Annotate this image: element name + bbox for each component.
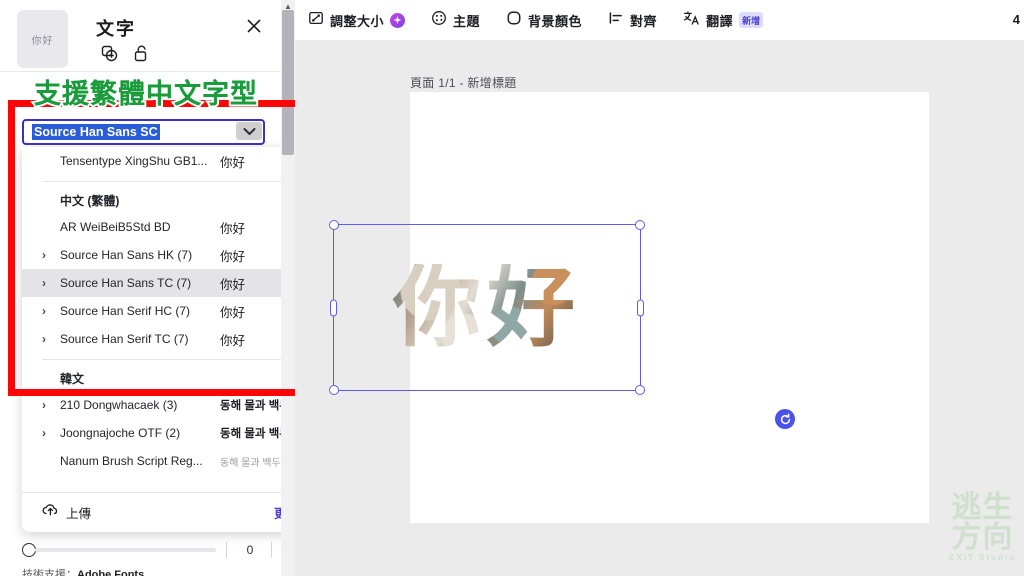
watermark-line-1: 逃生 xyxy=(951,491,1014,525)
font-preview: 你好 xyxy=(220,333,246,348)
font-name: AR WeiBeiB5Std BD xyxy=(60,220,171,234)
upload-label: 上傳 xyxy=(66,507,92,521)
panel-header: 你好 文字 xyxy=(0,0,281,72)
divider xyxy=(42,359,295,360)
chevron-right-icon[interactable]: › xyxy=(42,276,46,290)
chevron-right-icon[interactable]: › xyxy=(42,248,46,262)
canvas-text-object[interactable]: 你好 xyxy=(392,263,582,352)
resize-icon xyxy=(308,10,324,31)
font-group-label-ko: 韓文 xyxy=(60,372,85,386)
top-toolbar: 調整大小 主題 背景顏色 對齊 翻譯 新增 4 xyxy=(295,0,1024,40)
font-preview: 你好 xyxy=(220,155,246,170)
toolbar-item-theme[interactable]: 主題 xyxy=(418,0,493,40)
font-name: Joongnajoche OTF (2) xyxy=(60,426,181,440)
list-item[interactable]: › Joongnajoche OTF (2) 동해 물과 백두산이 마 xyxy=(22,419,295,447)
triangle-up-icon[interactable]: ▲ xyxy=(281,0,295,12)
toolbar-item-align[interactable]: 對齊 xyxy=(595,0,670,40)
toolbar-label: 調整大小 xyxy=(330,13,385,29)
font-preview: 你好 xyxy=(220,277,246,292)
list-item[interactable]: Nanum Brush Script Reg... 동해 물과 백두산이 마르고 xyxy=(22,447,295,475)
font-name: 210 Dongwhacaek (3) xyxy=(60,398,178,412)
dropdown-footer: 上傳 更多字體 › xyxy=(22,492,295,532)
toolbar-label: 對齊 xyxy=(630,13,658,29)
chevron-right-icon[interactable]: › xyxy=(42,398,46,412)
font-dropdown-list[interactable]: Tensentype XingShu GB1... 你好 ♕ 中文 (繁體) A… xyxy=(22,147,295,532)
close-icon[interactable] xyxy=(245,17,263,35)
font-preview: 你好 xyxy=(220,249,246,264)
toolbar-item-background-color[interactable]: 背景顏色 xyxy=(493,0,595,40)
palette-icon xyxy=(431,10,447,31)
resize-handle-bottom-left[interactable] xyxy=(329,385,339,395)
list-item[interactable]: Tensentype XingShu GB1... 你好 ♕ xyxy=(22,147,295,175)
status-badge: 新增 xyxy=(739,12,764,28)
toolbar-item-resize[interactable]: 調整大小 xyxy=(295,0,418,40)
font-size-slider[interactable]: 0 xyxy=(22,538,272,562)
magic-sparkle-icon[interactable] xyxy=(390,12,406,28)
unlock-icon[interactable] xyxy=(133,44,150,68)
resize-handle-top-right[interactable] xyxy=(635,220,645,230)
watermark-line-3: EXIT Studio xyxy=(949,553,1016,563)
toolbar-label: 背景顏色 xyxy=(528,13,583,29)
font-family-select[interactable]: Source Han Sans SC xyxy=(22,119,265,145)
slider-track[interactable] xyxy=(35,548,216,552)
align-left-icon xyxy=(608,10,624,31)
text-thumbnail: 你好 xyxy=(17,10,68,68)
text-properties-panel: 你好 文字 支援繁體中文字型 支援繁體中文字型 Source Han Sans … xyxy=(0,0,295,576)
font-preview: 你好 xyxy=(220,221,246,236)
font-name: Source Han Serif HC (7) xyxy=(60,304,191,318)
font-name: Source Han Sans TC (7) xyxy=(60,276,192,290)
list-item[interactable]: › Source Han Serif TC (7) 你好 xyxy=(22,325,295,353)
list-item[interactable]: › Source Han Serif HC (7) 你好 xyxy=(22,297,295,325)
watermark-line-2: 方向 xyxy=(951,520,1014,554)
credit-prefix: 技術支援： xyxy=(22,569,77,576)
page-title: 文字 xyxy=(96,19,136,39)
font-family-value: Source Han Sans SC xyxy=(32,124,160,140)
toolbar-label: 主題 xyxy=(453,13,481,29)
toolbar-label: 翻譯 xyxy=(706,13,734,29)
font-preview: 你好 xyxy=(220,305,246,320)
divider xyxy=(226,542,227,558)
duplicate-icon[interactable] xyxy=(100,44,119,68)
upload-cloud-icon xyxy=(42,502,59,523)
font-size-value[interactable]: 0 xyxy=(237,543,263,557)
font-family-select-box[interactable]: Source Han Sans SC xyxy=(22,119,265,145)
upload-button[interactable]: 上傳 xyxy=(42,502,91,523)
list-item[interactable]: AR WeiBeiB5Std BD 你好 ♕ xyxy=(22,213,295,241)
watermark: 逃生 方向 EXIT Studio xyxy=(949,493,1016,562)
chevron-right-icon[interactable]: › xyxy=(42,304,46,318)
text-selection-box[interactable]: 你好 xyxy=(329,220,645,395)
list-item[interactable]: › 210 Dongwhacaek (3) 동해 물과 백두산이 마 ♕ xyxy=(22,391,295,419)
font-group-label-zh: 中文 (繁體) xyxy=(60,194,120,208)
font-name: Source Han Serif TC (7) xyxy=(60,332,189,346)
zoom-level[interactable]: 4 xyxy=(1013,12,1020,27)
list-item[interactable]: › Source Han Sans HK (7) 你好 xyxy=(22,241,295,269)
resize-handle-right[interactable] xyxy=(637,299,644,316)
font-name: Tensentype XingShu GB1... xyxy=(60,154,208,168)
resize-handle-bottom-right[interactable] xyxy=(635,385,645,395)
divider xyxy=(271,542,272,558)
credit-text: 技術支援：Adobe Fonts xyxy=(22,566,144,576)
panel-scrollbar-thumb[interactable] xyxy=(282,10,294,155)
translate-icon xyxy=(683,10,700,31)
page-label: 頁面 1/1 - 新增標題 xyxy=(410,76,517,90)
resize-handle-left[interactable] xyxy=(330,299,337,316)
font-name: Source Han Sans HK (7) xyxy=(60,248,193,262)
rotate-icon[interactable] xyxy=(775,409,795,429)
font-name: Nanum Brush Script Reg... xyxy=(60,454,203,468)
promo-banner: 支援繁體中文字型 xyxy=(34,79,258,109)
toolbar-item-translate[interactable]: 翻譯 新增 xyxy=(670,0,776,40)
chevron-right-icon[interactable]: › xyxy=(42,426,46,440)
resize-handle-top-left[interactable] xyxy=(329,220,339,230)
chevron-right-icon[interactable]: › xyxy=(42,332,46,346)
rounded-square-icon xyxy=(506,10,522,31)
slider-knob[interactable] xyxy=(22,543,36,557)
chevron-down-icon[interactable] xyxy=(236,122,262,140)
list-item-selected[interactable]: › Source Han Sans TC (7) 你好 xyxy=(22,269,295,297)
credit-brand: Adobe Fonts xyxy=(77,569,145,576)
divider xyxy=(42,181,295,182)
